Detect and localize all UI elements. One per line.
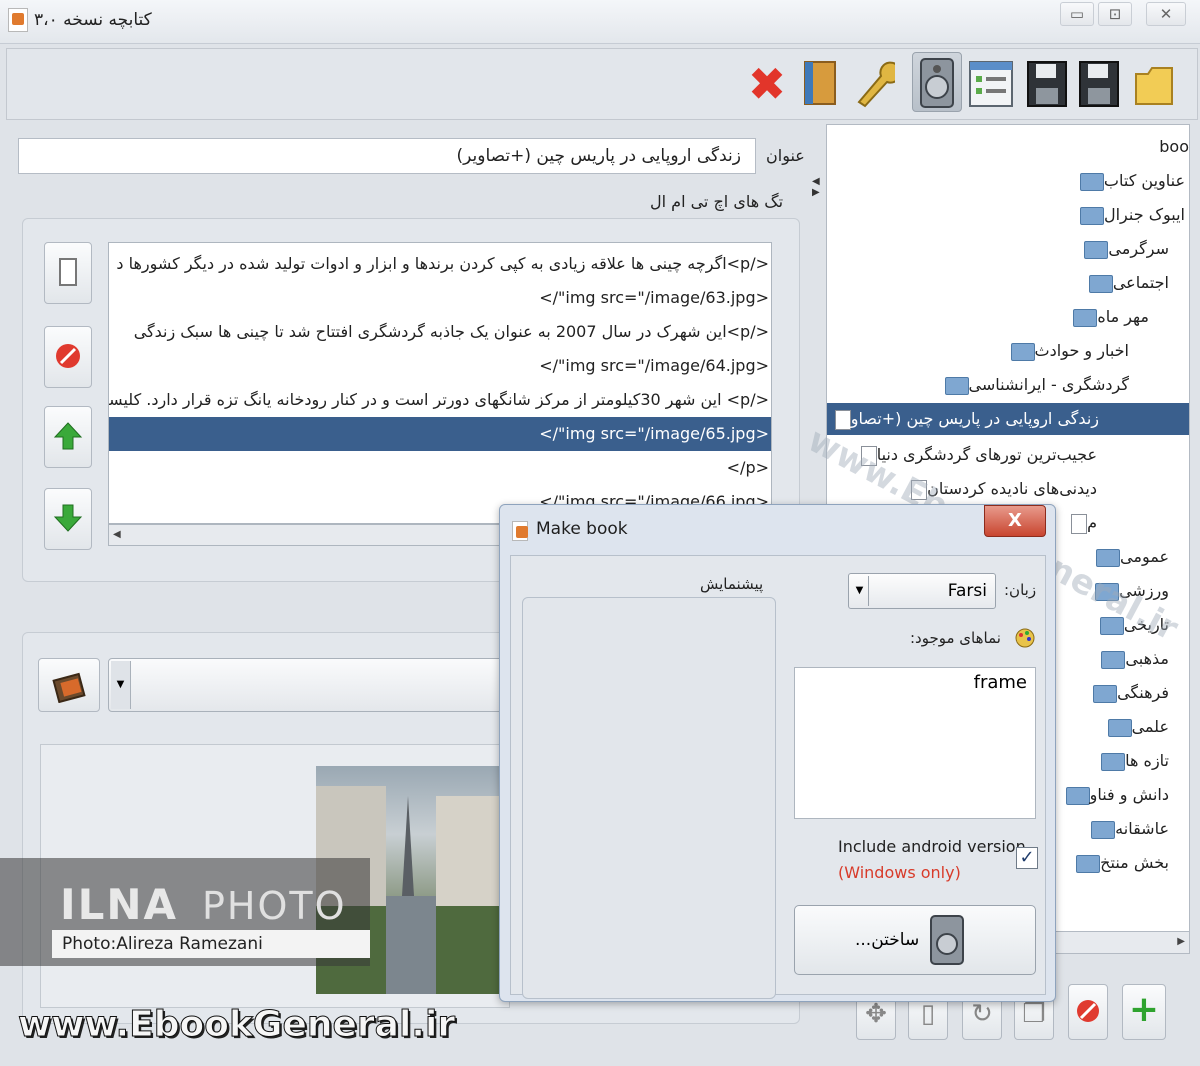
html-tags-label: تگ های اچ تی ام ال [650,192,784,211]
speaker-icon [927,914,967,966]
tree-node[interactable]: عاشقانه [1085,813,1169,845]
list-item[interactable]: <img src="/image/63.jpg"/> [109,281,771,315]
delete-item-button[interactable] [44,326,92,388]
tree-node[interactable]: اخبار و حوادث [1005,335,1129,367]
tree-node[interactable]: دانش و فناو [1060,779,1169,811]
speaker-icon[interactable] [912,52,962,112]
folder-icon [1076,854,1101,873]
window-title: کتابچه نسخه ۳،۰ [34,10,152,30]
title-bar [0,0,1200,44]
photo-credit: Photo:Alireza Ramezani [52,930,370,958]
android-checkbox[interactable]: ✓ [1016,847,1038,869]
tree-root[interactable]: boo [1159,131,1189,163]
tree-node-selected[interactable]: زندگی اروپایی در پاریس چین (+تصاو [827,403,1189,435]
minimize-button[interactable]: ▭ [1060,2,1094,26]
close-window-button[interactable]: ✕ [1146,2,1186,26]
chevron-down-icon[interactable]: ▼ [111,661,131,709]
folder-icon [1096,548,1121,567]
html-tags-list[interactable]: </p>اگرچه چینی ها علاقه زیادی به کپی کرد… [108,242,772,524]
folder-icon [1079,172,1104,191]
main-toolbar [6,48,1198,120]
tree-node[interactable]: تازه ها [1095,745,1169,777]
ilna-brand: ILNA [60,880,179,929]
java-app-icon [8,8,28,32]
folder-icon [1073,308,1098,327]
language-select[interactable]: ▼ Farsi [848,573,996,609]
tree-node[interactable]: ایبوک جنرال [1074,199,1185,231]
list-item[interactable]: </p>اگرچه چینی ها علاقه زیادی به کپی کرد… [109,247,771,281]
dialog-close-button[interactable]: X [984,505,1046,537]
build-label: ساختن... [855,930,920,950]
chevron-down-icon[interactable]: ▼ [851,576,869,606]
make-book-dialog: Make book X پیشنمایش زبان: ▼ Farsi نماها… [499,504,1056,1002]
palette-icon [1014,627,1036,649]
scroll-right-icon[interactable]: ▶ [1177,936,1185,947]
folder-icon [1107,718,1132,737]
list-item[interactable]: <p/> [109,451,771,485]
skins-label: نماهای موجود: [910,629,1001,647]
folder-icon [944,376,969,395]
move-up-button[interactable] [44,406,92,468]
folder-icon [1010,342,1035,361]
folder-open-icon[interactable] [1130,54,1180,114]
tree-node[interactable]: بخش منتخ [1070,847,1169,879]
delete-node-button[interactable] [1068,984,1108,1040]
build-button[interactable]: ساختن... [794,905,1036,975]
folder-icon [1093,684,1118,703]
folder-icon [1084,240,1109,259]
save-icon[interactable] [1074,54,1124,114]
list-icon[interactable] [966,54,1016,114]
move-down-button[interactable] [44,488,92,550]
tree-node[interactable]: مذهبی [1095,643,1169,675]
document-icon [1071,513,1088,534]
tree-node[interactable]: علمی [1102,711,1169,743]
tree-node[interactable]: سرگرمی [1078,233,1169,265]
document-icon [834,409,851,430]
tree-node[interactable]: عمومی [1090,541,1169,573]
android-note: (Windows only) [838,863,961,882]
site-watermark: www.EbookGeneral.ir [17,1004,456,1046]
java-app-icon [512,521,528,541]
ilna-photo-label: PHOTO [202,884,347,928]
title-label: عنوان [766,146,805,165]
tree-node[interactable]: گردشگری - ایرانشناسی [939,369,1129,401]
add-node-button[interactable]: + [1122,984,1166,1040]
tree-node[interactable]: اجتماعی [1083,267,1169,299]
skins-list[interactable]: frame [794,667,1036,819]
tree-node[interactable]: م [1065,507,1097,539]
image-combo[interactable]: ▼ [108,658,508,712]
close-red-icon[interactable]: ✖ [742,54,792,114]
folder-icon [1101,650,1126,669]
android-label: Include android version [838,837,1026,856]
scroll-left-icon[interactable]: ◀ [113,529,121,540]
folder-icon [1091,820,1116,839]
new-item-button[interactable] [44,242,92,304]
splitter-arrows-icon[interactable]: ◀ ▶ [812,176,820,198]
tree-node[interactable]: عناوین کتاب [1074,165,1185,197]
dialog-title: Make book [536,519,628,539]
list-item-selected[interactable]: <img src="/image/65.jpg"/> [109,417,771,451]
list-item[interactable]: <img src="/image/64.jpg"/> [109,349,771,383]
list-item[interactable]: frame [803,672,1027,693]
language-label: زبان: [1004,581,1037,599]
list-item[interactable]: </p>این شهرک در سال 2007 به عنوان یک جاذ… [109,315,771,349]
folder-icon [1101,752,1126,771]
preview-label: پیشنمایش [700,575,764,593]
folder-icon [1079,206,1104,225]
wrench-icon[interactable] [848,54,902,114]
folder-icon [1065,786,1090,805]
list-item[interactable]: </p> این شهر 30کیلومتر از مرکز شانگهای د… [109,383,771,417]
save-as-icon[interactable] [1022,54,1072,114]
image-picker-button[interactable] [38,658,100,712]
folder-icon [1088,274,1113,293]
tree-node[interactable]: مهر ماه [1067,301,1149,333]
restore-button[interactable]: ⊡ [1098,2,1132,26]
book-icon[interactable] [796,54,846,114]
tree-node[interactable]: فرهنگی [1087,677,1169,709]
title-input[interactable] [18,138,756,174]
preview-area [522,597,776,999]
